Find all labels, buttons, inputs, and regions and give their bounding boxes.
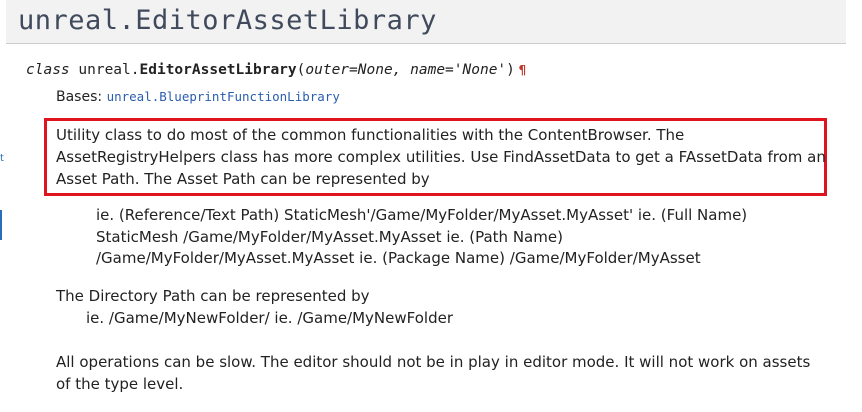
sidebar-scroll-indicator: [0, 210, 2, 240]
page-title-bar: unreal.EditorAssetLibrary: [6, 0, 846, 44]
sidebar-margin-mark[interactable]: t: [0, 153, 4, 164]
left-sidebar-edge: t: [0, 0, 4, 412]
bases-label: Bases:: [56, 89, 103, 105]
class-signature: class unreal.EditorAssetLibrary(outer=No…: [26, 62, 526, 78]
signature-keyword: class: [26, 62, 70, 78]
signature-params: outer=None, name='None': [305, 62, 507, 78]
page-title: unreal.EditorAssetLibrary: [18, 5, 437, 36]
permalink-icon[interactable]: ¶: [519, 63, 526, 77]
description-line-1: Utility class to do most of the common f…: [56, 126, 685, 144]
signature-class-name: EditorAssetLibrary: [139, 62, 297, 78]
signature-module: unreal.: [78, 62, 140, 78]
asset-path-line-2: StaticMesh /Game/MyFolder/MyAsset.MyAsse…: [96, 228, 563, 246]
bases-link[interactable]: unreal.BlueprintFunctionLibrary: [107, 89, 340, 104]
note-line-2: of the type level.: [56, 375, 184, 393]
bases-line: Bases: unreal.BlueprintFunctionLibrary: [56, 89, 340, 105]
asset-path-line-3: /Game/MyFolder/MyAsset.MyAsset ie. (Pack…: [96, 249, 701, 267]
description-line-2: AssetRegistryHelpers class has more comp…: [56, 148, 826, 166]
description-line-3: Asset Path. The Asset Path can be repres…: [56, 170, 430, 188]
signature-close-paren: ): [506, 62, 515, 78]
directory-example: ie. /Game/MyNewFolder/ ie. /Game/MyNewFo…: [86, 309, 453, 327]
directory-intro: The Directory Path can be represented by: [56, 287, 370, 305]
note-line-1: All operations can be slow. The editor s…: [56, 353, 811, 371]
asset-path-line-1: ie. (Reference/Text Path) StaticMesh'/Ga…: [96, 206, 748, 224]
